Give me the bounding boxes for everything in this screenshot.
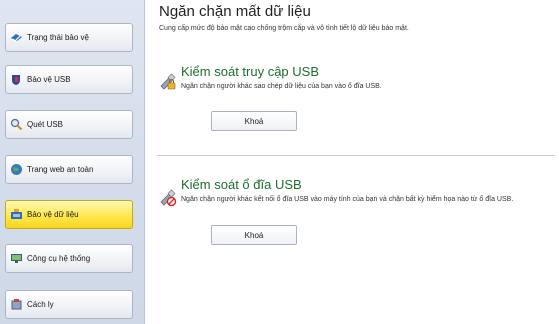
usb-drive-lock-button[interactable]: Khoá xyxy=(211,225,297,245)
page-title: Ngăn chặn mất dữ liệu xyxy=(159,3,311,20)
section-description-usb-access-control: Ngăn chặn người khác sao chép dữ liệu củ… xyxy=(181,83,382,90)
section-title-usb-drive-control: Kiểm soát ổ đĩa USB xyxy=(181,177,302,192)
sidebar-item-quarantine[interactable]: Cách ly xyxy=(5,290,133,319)
usb-shield-icon xyxy=(10,73,23,86)
usb-lock-icon xyxy=(159,73,177,91)
quarantine-icon xyxy=(10,298,23,311)
sidebar-item-safe-web[interactable]: Trang web an toàn xyxy=(5,155,133,184)
main-panel: Ngăn chặn mất dữ liệu Cung cấp mức độ bả… xyxy=(145,0,559,324)
sidebar-item-label: Trang web an toàn xyxy=(27,165,94,174)
sidebar-item-data-protection[interactable]: Bảo vệ dữ liệu xyxy=(5,200,133,229)
sidebar: Trạng thái bảo vệ Bảo vệ USB Quét USB Tr… xyxy=(0,0,145,324)
section-divider xyxy=(157,155,555,156)
sidebar-item-label: Bảo vệ USB xyxy=(27,75,71,84)
sidebar-item-label: Cách ly xyxy=(27,300,54,309)
sidebar-item-usb-protection[interactable]: Bảo vệ USB xyxy=(5,65,133,94)
sidebar-item-label: Quét USB xyxy=(27,120,64,129)
sidebar-item-label: Công cụ hệ thống xyxy=(27,254,91,263)
section-description-usb-drive-control: Ngăn chặn người khác kết nối ổ đĩa USB v… xyxy=(181,196,514,203)
magnifier-icon xyxy=(10,118,23,131)
sidebar-item-label: Trạng thái bảo vệ xyxy=(27,33,89,42)
sidebar-item-usb-scan[interactable]: Quét USB xyxy=(5,110,133,139)
data-protection-icon xyxy=(10,208,23,221)
section-title-usb-access-control: Kiểm soát truy cập USB xyxy=(181,64,319,79)
sidebar-item-system-tools[interactable]: Công cụ hệ thống xyxy=(5,244,133,273)
monitor-tools-icon xyxy=(10,252,23,265)
usb-block-icon xyxy=(159,189,177,207)
globe-icon xyxy=(10,163,23,176)
sidebar-item-label: Bảo vệ dữ liệu xyxy=(27,210,79,219)
shield-check-icon xyxy=(10,31,23,44)
page-description: Cung cấp mức độ bảo mật cao chống trộm c… xyxy=(159,25,409,32)
sidebar-item-protection-status[interactable]: Trạng thái bảo vệ xyxy=(5,23,133,52)
usb-access-lock-button[interactable]: Khoá xyxy=(211,111,297,131)
